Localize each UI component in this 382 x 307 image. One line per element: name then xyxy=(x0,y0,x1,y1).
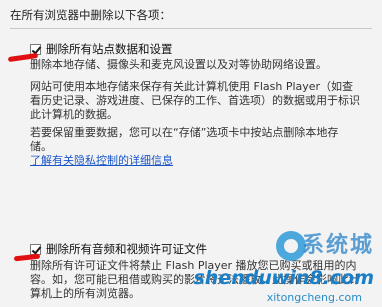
watermark-sub: xitongcheng.com xyxy=(266,291,362,304)
watermark-url: shenduwin8.com xyxy=(193,267,374,289)
divider xyxy=(10,28,372,29)
watermark-cn: 系统城 xyxy=(301,233,374,258)
site-data-description: 删除本地存储、摄像头和麦克风设置以及对等协助网络设置。 xyxy=(30,58,327,71)
delete-site-data-option[interactable]: 删除所有站点数据和设置 xyxy=(30,41,173,57)
site-data-label: 删除所有站点数据和设置 xyxy=(46,42,173,56)
local-storage-info: 网站可使用本地存储来保存有关此计算机使用 Flash Player（如查看历史记… xyxy=(30,80,360,121)
license-checkbox[interactable] xyxy=(30,243,41,255)
storage-tip: 若要保留重要数据，您可以在“存储”选项卡中按站点删除本地存储。 xyxy=(30,126,339,153)
section-title: 在所有浏览器中删除以下各项： xyxy=(10,8,171,22)
license-label: 删除所有音频和视频许可证文件 xyxy=(46,242,207,256)
privacy-link[interactable]: 了解有关隐私控制的详细信息 xyxy=(30,152,173,168)
delete-license-option[interactable]: 删除所有音频和视频许可证文件 xyxy=(30,241,207,257)
